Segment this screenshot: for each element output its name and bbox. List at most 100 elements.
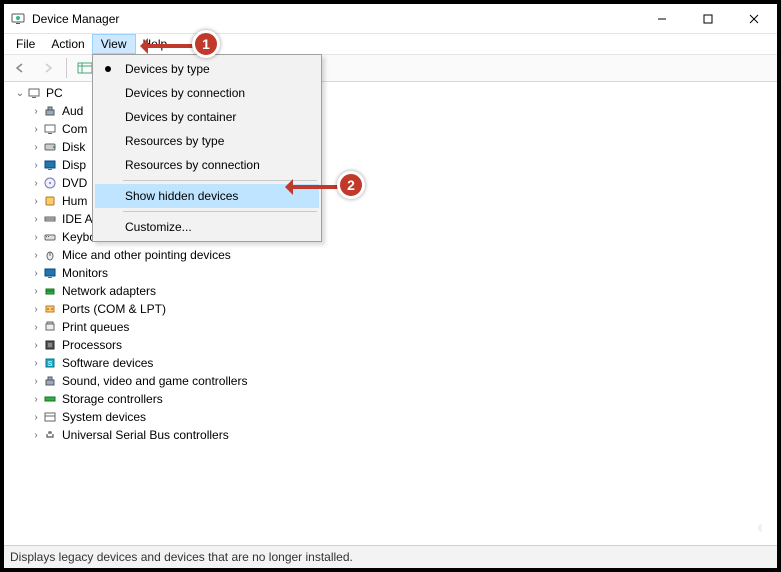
- tree-item[interactable]: › Sound, video and game controllers: [30, 372, 777, 390]
- device-category-icon: [42, 301, 58, 317]
- expand-icon[interactable]: ›: [30, 106, 42, 117]
- titlebar: Device Manager: [4, 4, 777, 34]
- tree-item-label: Print queues: [62, 320, 129, 334]
- back-button[interactable]: [8, 57, 32, 79]
- tree-item[interactable]: › Mice and other pointing devices: [30, 246, 777, 264]
- menu-item-label: Resources by type: [125, 134, 224, 148]
- menu-item-resources-by-connection[interactable]: Resources by connection: [95, 153, 319, 177]
- device-category-icon: [42, 247, 58, 263]
- menu-separator: [123, 211, 317, 212]
- bullet-icon: [105, 66, 111, 72]
- expand-icon[interactable]: ›: [30, 286, 42, 297]
- menu-item-devices-by-connection[interactable]: Devices by connection: [95, 81, 319, 105]
- menu-item-customize[interactable]: Customize...: [95, 215, 319, 239]
- tree-item[interactable]: › Print queues: [30, 318, 777, 336]
- device-category-icon: [42, 211, 58, 227]
- tree-item-label: IDE A: [62, 212, 93, 226]
- expand-icon[interactable]: ›: [30, 304, 42, 315]
- device-category-icon: [42, 139, 58, 155]
- device-category-icon: [42, 373, 58, 389]
- menu-item-label: Resources by connection: [125, 158, 260, 172]
- status-bar: Displays legacy devices and devices that…: [4, 545, 777, 568]
- maximize-button[interactable]: [685, 4, 731, 33]
- expand-icon[interactable]: ›: [30, 268, 42, 279]
- expand-icon[interactable]: ›: [30, 394, 42, 405]
- tree-item-label: Network adapters: [62, 284, 156, 298]
- svg-text:S: S: [48, 361, 53, 368]
- expand-icon[interactable]: ›: [30, 232, 42, 243]
- expand-icon[interactable]: ›: [30, 124, 42, 135]
- menu-item-label: Show hidden devices: [125, 189, 238, 203]
- menu-bar: File Action View Help: [4, 34, 777, 54]
- tree-item-label: System devices: [62, 410, 146, 424]
- device-category-icon: [42, 121, 58, 137]
- tree-item-label: Sound, video and game controllers: [62, 374, 247, 388]
- window: Device Manager File Action View Help: [4, 4, 777, 568]
- device-category-icon: [42, 337, 58, 353]
- tree-item-label: Ports (COM & LPT): [62, 302, 166, 316]
- device-category-icon: [42, 103, 58, 119]
- tree-item-label: Universal Serial Bus controllers: [62, 428, 229, 442]
- expand-icon[interactable]: ›: [30, 340, 42, 351]
- menu-item-devices-by-container[interactable]: Devices by container: [95, 105, 319, 129]
- expand-icon[interactable]: ›: [30, 376, 42, 387]
- tree-item-label: Disp: [62, 158, 86, 172]
- tree-item[interactable]: › Universal Serial Bus controllers: [30, 426, 777, 444]
- tree-item-label: Storage controllers: [62, 392, 163, 406]
- expand-icon[interactable]: ›: [30, 430, 42, 441]
- tree-item-label: Monitors: [62, 266, 108, 280]
- collapse-icon[interactable]: ⌄: [14, 88, 26, 99]
- tree-item-label: Com: [62, 122, 87, 136]
- window-controls: [639, 4, 777, 33]
- device-category-icon: [42, 409, 58, 425]
- annotation-arrow: [289, 185, 339, 189]
- device-category-icon: [42, 193, 58, 209]
- expand-icon[interactable]: ›: [30, 412, 42, 423]
- toolbar-separator: [66, 58, 67, 78]
- tree-item[interactable]: › S Software devices: [30, 354, 777, 372]
- device-manager-icon: [10, 11, 26, 27]
- tree-item-label: Software devices: [62, 356, 153, 370]
- device-category-icon: [42, 283, 58, 299]
- menu-action[interactable]: Action: [43, 35, 92, 53]
- menu-item-devices-by-type[interactable]: Devices by type: [95, 57, 319, 81]
- tree-item-label: Disk: [62, 140, 85, 154]
- expand-icon[interactable]: ›: [30, 322, 42, 333]
- tree-item-label: Processors: [62, 338, 122, 352]
- annotation-marker-2: 2: [337, 171, 365, 199]
- tree-item-label: Mice and other pointing devices: [62, 248, 231, 262]
- expand-icon[interactable]: ›: [30, 142, 42, 153]
- device-category-icon: [42, 229, 58, 245]
- tree-item[interactable]: › Network adapters: [30, 282, 777, 300]
- tree-item[interactable]: › Storage controllers: [30, 390, 777, 408]
- tree-item-label: DVD: [62, 176, 87, 190]
- annotation-marker-1: 1: [192, 30, 220, 58]
- device-category-icon: [42, 265, 58, 281]
- expand-icon[interactable]: ›: [30, 358, 42, 369]
- menu-view[interactable]: View: [93, 35, 135, 53]
- expand-icon[interactable]: ›: [30, 214, 42, 225]
- tree-item-label: Aud: [62, 104, 83, 118]
- view-dropdown: Devices by type Devices by connection De…: [92, 54, 322, 242]
- close-button[interactable]: [731, 4, 777, 33]
- expand-icon[interactable]: ›: [30, 196, 42, 207]
- device-category-icon: [42, 175, 58, 191]
- minimize-button[interactable]: [639, 4, 685, 33]
- tree-item[interactable]: › Monitors: [30, 264, 777, 282]
- tree-item[interactable]: › Processors: [30, 336, 777, 354]
- device-category-icon: [42, 157, 58, 173]
- tree-item[interactable]: › Ports (COM & LPT): [30, 300, 777, 318]
- expand-icon[interactable]: ›: [30, 178, 42, 189]
- expand-icon[interactable]: ›: [30, 160, 42, 171]
- forward-button[interactable]: [36, 57, 60, 79]
- menu-file[interactable]: File: [8, 35, 43, 53]
- menu-item-label: Customize...: [125, 220, 192, 234]
- tree-root-label: PC: [46, 86, 63, 100]
- device-category-icon: [42, 427, 58, 443]
- menu-item-resources-by-type[interactable]: Resources by type: [95, 129, 319, 153]
- annotation-arrow: [144, 44, 194, 48]
- tree-item[interactable]: › System devices: [30, 408, 777, 426]
- menu-item-label: Devices by type: [125, 62, 210, 76]
- expand-icon[interactable]: ›: [30, 250, 42, 261]
- device-category-icon: [42, 391, 58, 407]
